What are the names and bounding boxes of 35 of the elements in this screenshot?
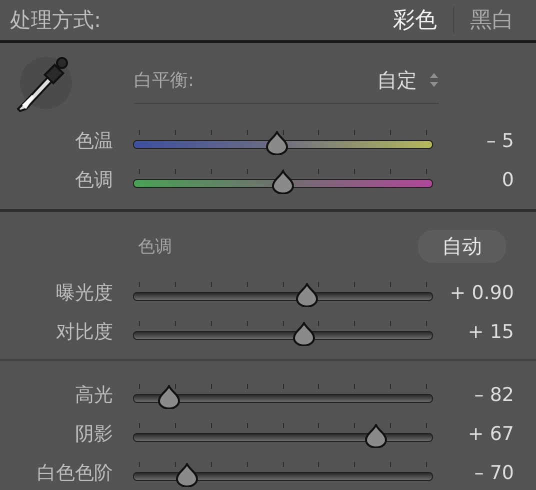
treatment-label: 处理方式: bbox=[10, 7, 102, 34]
treatment-option[interactable]: 黑白 bbox=[462, 5, 522, 35]
slider-track[interactable] bbox=[133, 462, 433, 488]
slider-thumb[interactable] bbox=[365, 424, 387, 448]
slider-label: 曝光度 bbox=[55, 280, 113, 306]
slider-track[interactable] bbox=[133, 282, 433, 308]
slider-thumb[interactable] bbox=[176, 462, 198, 486]
slider-track[interactable] bbox=[133, 322, 433, 346]
wb-mode-label: 白平衡: bbox=[134, 69, 196, 92]
slider-value: + 0.90 bbox=[448, 282, 514, 304]
slider-label: 阴影 bbox=[74, 422, 113, 446]
slider-value: – 70 bbox=[473, 462, 514, 484]
slider-track[interactable] bbox=[133, 424, 433, 448]
slider-label: 色调 bbox=[74, 168, 113, 192]
slider-thumb[interactable] bbox=[296, 282, 318, 306]
slider-label: 白色色阶 bbox=[36, 460, 113, 486]
slider-thumb[interactable] bbox=[272, 170, 294, 194]
slider-track[interactable] bbox=[133, 130, 433, 156]
slider-label: 高光 bbox=[74, 382, 113, 408]
slider-value: + 15 bbox=[466, 320, 514, 342]
slider-track[interactable] bbox=[133, 384, 433, 410]
slider-label: 对比度 bbox=[55, 320, 113, 344]
slider-value: – 82 bbox=[473, 384, 514, 406]
slider-value: + 67 bbox=[466, 422, 514, 444]
slider-value: 0 bbox=[500, 168, 514, 190]
tone-label: 色调 bbox=[138, 236, 173, 258]
treatment-option[interactable]: 彩色 bbox=[385, 5, 445, 35]
auto-button[interactable]: 自动 bbox=[418, 230, 506, 263]
slider-value: – 5 bbox=[485, 130, 514, 152]
slider-thumb[interactable] bbox=[266, 130, 288, 154]
slider-thumb[interactable] bbox=[293, 322, 315, 346]
wb-mode-value[interactable]: 自定 bbox=[377, 66, 417, 94]
slider-thumb[interactable] bbox=[158, 384, 180, 408]
slider-label: 色温 bbox=[74, 128, 113, 154]
slider-track[interactable] bbox=[133, 170, 433, 194]
